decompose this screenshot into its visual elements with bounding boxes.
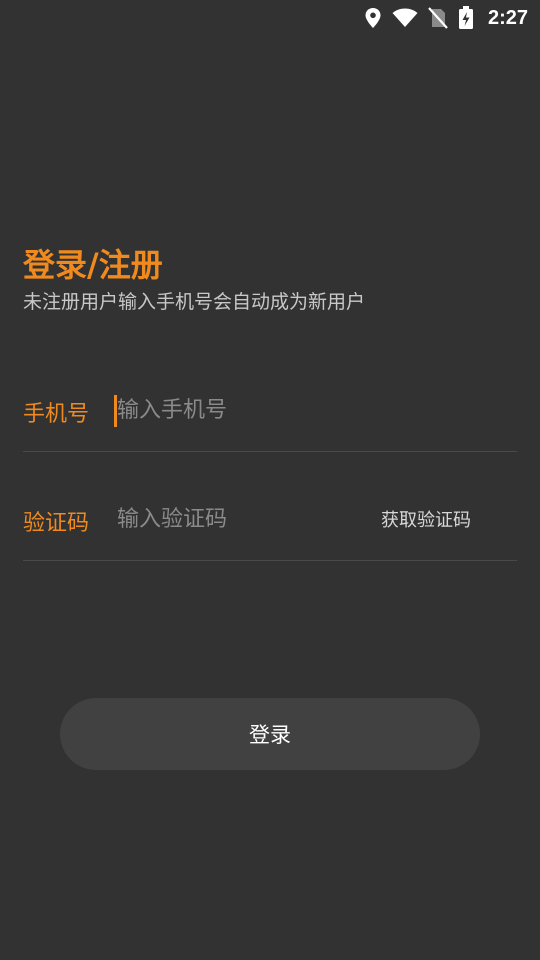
code-label: 验证码 xyxy=(23,511,90,536)
status-time: 2:27 xyxy=(487,6,528,29)
code-row: 验证码 获取验证码 xyxy=(23,491,517,561)
code-input[interactable] xyxy=(115,501,365,537)
phone-row: 手机号 xyxy=(23,382,517,452)
login-button[interactable]: 登录 xyxy=(60,698,480,770)
phone-input[interactable] xyxy=(115,392,365,428)
page-title: 登录/注册 xyxy=(23,246,163,284)
page-subtitle: 未注册用户输入手机号会自动成为新用户 xyxy=(23,291,366,313)
location-icon xyxy=(364,7,382,29)
no-sim-icon xyxy=(428,7,448,29)
phone-label: 手机号 xyxy=(23,402,90,427)
get-code-button[interactable]: 获取验证码 xyxy=(381,506,471,532)
wifi-icon xyxy=(392,8,418,28)
status-bar: 2:27 xyxy=(0,0,540,36)
battery-charging-icon xyxy=(458,6,474,30)
login-screen: 2:27 登录/注册 未注册用户输入手机号会自动成为新用户 手机号 验证码 获取… xyxy=(0,0,540,960)
